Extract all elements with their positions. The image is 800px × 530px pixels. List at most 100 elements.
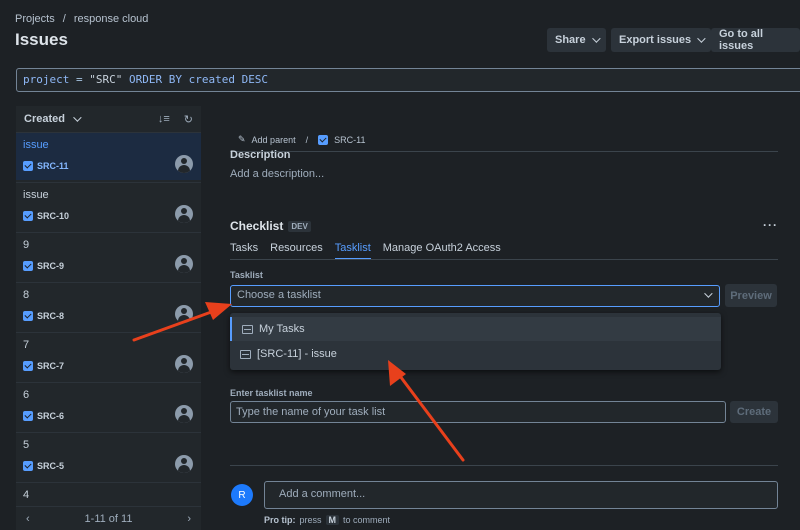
tab-resources[interactable]: Resources [270, 242, 323, 260]
sort-order-icon[interactable]: ↓≡ [158, 113, 170, 126]
issue-summary: 6 [23, 389, 30, 401]
tasklist-select[interactable]: Choose a tasklist [230, 285, 720, 307]
assignee-avatar-icon [175, 305, 193, 323]
checkbox-icon [23, 361, 33, 371]
issue-card[interactable]: 6 SRC-6 [16, 382, 201, 430]
tasklist-dropdown-menu: My Tasks [SRC-11] - issue [230, 313, 721, 370]
jql-value: "SRC" [89, 73, 123, 86]
user-avatar: R [231, 484, 253, 506]
checkbox-icon [23, 211, 33, 221]
checkbox-icon [318, 134, 329, 145]
pencil-icon: ✎ [238, 134, 246, 144]
description-field[interactable]: Add a description... [230, 168, 324, 180]
issue-card[interactable]: 9 SRC-9 [16, 232, 201, 280]
issue-key: SRC-5 [37, 461, 65, 471]
pagination: ‹ 1-11 of 11 › [16, 506, 201, 530]
preview-button[interactable]: Preview [725, 284, 777, 307]
issue-card[interactable]: 8 SRC-8 [16, 282, 201, 330]
breadcrumb-project[interactable]: response cloud [74, 13, 149, 25]
checklist-heading: Checklist DEV [230, 219, 311, 233]
breadcrumb-separator: / [305, 134, 309, 145]
assignee-avatar-icon [175, 255, 193, 273]
assignee-avatar-icon [175, 405, 193, 423]
checkbox-icon [23, 411, 33, 421]
issue-key: SRC-8 [37, 311, 65, 321]
comment-input[interactable]: Add a comment... [264, 481, 778, 509]
create-button[interactable]: Create [730, 401, 778, 423]
checkbox-icon [23, 311, 33, 321]
issue-summary: issue [23, 189, 49, 201]
export-issues-button[interactable]: Export issues [611, 28, 712, 52]
tabs-divider [230, 259, 778, 260]
tab-tasklist[interactable]: Tasklist [334, 242, 371, 260]
pro-tip-label: Pro tip: [264, 515, 296, 525]
share-button[interactable]: Share [547, 28, 606, 52]
issue-summary: issue [23, 139, 49, 151]
issue-summary: 7 [23, 339, 30, 351]
issue-summary: 9 [23, 239, 30, 251]
share-label: Share [555, 34, 586, 46]
tasklist-icon [242, 324, 253, 334]
refresh-icon[interactable]: ↻ [184, 113, 193, 126]
divider [230, 151, 778, 152]
issue-key-link[interactable]: SRC-11 [334, 135, 365, 145]
issue-key: SRC-7 [37, 361, 65, 371]
checkbox-icon [23, 261, 33, 271]
jql-order: ORDER BY created DESC [122, 73, 269, 86]
issue-key: SRC-6 [37, 411, 65, 421]
go-to-all-issues-button[interactable]: Go to all issues [711, 28, 800, 52]
sort-dropdown[interactable]: Created [24, 113, 82, 125]
chevron-down-icon [697, 34, 706, 43]
issue-key: SRC-10 [37, 211, 70, 221]
tasklist-option-src-11[interactable]: [SRC-11] - issue [230, 342, 721, 366]
issue-summary: 4 [23, 489, 30, 501]
tasklist-name-input[interactable]: Type the name of your task list [230, 401, 726, 423]
breadcrumb-separator: / [62, 13, 66, 25]
issue-list-panel: Created ↓≡ ↻ issue SRC-11 issue SRC-10 9… [16, 106, 201, 530]
issue-card[interactable]: 5 SRC-5 [16, 432, 201, 480]
option-label: [SRC-11] - issue [257, 348, 337, 360]
prev-page-icon[interactable]: ‹ [26, 513, 30, 525]
chevron-down-icon [591, 34, 601, 43]
chevron-down-icon [73, 113, 82, 122]
issue-summary: 5 [23, 439, 30, 451]
assignee-avatar-icon [175, 455, 193, 473]
add-parent-link[interactable]: Add parent [252, 135, 296, 145]
assignee-avatar-icon [175, 205, 193, 223]
all-issues-label: Go to all issues [719, 28, 763, 52]
jql-operator: = [69, 73, 90, 86]
keyboard-shortcut: M [325, 515, 340, 525]
next-page-icon[interactable]: › [187, 513, 191, 525]
issue-key: SRC-11 [37, 161, 69, 171]
checklist-title: Checklist [230, 219, 284, 233]
tasklist-icon [240, 349, 251, 359]
tasklist-option-my-tasks[interactable]: My Tasks [230, 317, 721, 341]
assignee-avatar-icon [175, 355, 193, 373]
tab-tasks[interactable]: Tasks [230, 242, 258, 260]
more-icon[interactable]: ··· [763, 218, 778, 232]
tab-manage-oauth2-access[interactable]: Manage OAuth2 Access [383, 242, 501, 260]
issue-list-header: Created ↓≡ ↻ [16, 106, 201, 132]
checkbox-icon [23, 161, 33, 171]
pro-tip: Pro tip: press M to comment [264, 515, 390, 525]
jql-query-input[interactable]: project = "SRC" ORDER BY created DESC [16, 68, 800, 92]
issue-breadcrumb: ✎ Add parent / SRC-11 [238, 134, 365, 145]
pro-tip-text: press [299, 515, 322, 525]
export-label: Export issues [619, 34, 692, 46]
issue-card[interactable]: 7 SRC-7 [16, 332, 201, 380]
issue-card[interactable]: issue SRC-11 [16, 132, 201, 180]
dev-lozenge: DEV [288, 220, 311, 232]
breadcrumb-projects[interactable]: Projects [15, 13, 55, 25]
tasklist-label: Tasklist [230, 270, 263, 280]
checklist-tabs: Tasks Resources Tasklist Manage OAuth2 A… [230, 242, 501, 260]
sort-label: Created [24, 113, 65, 125]
issue-card[interactable]: issue SRC-10 [16, 182, 201, 230]
option-label: My Tasks [259, 323, 305, 335]
jql-field: project [23, 73, 70, 86]
tasklist-name-label: Enter tasklist name [230, 388, 313, 398]
page-title: Issues [15, 30, 68, 49]
checkbox-icon [23, 461, 33, 471]
chevron-down-icon [704, 289, 713, 298]
tasklist-select-placeholder: Choose a tasklist [237, 289, 321, 301]
pagination-label: 1-11 of 11 [84, 512, 133, 525]
